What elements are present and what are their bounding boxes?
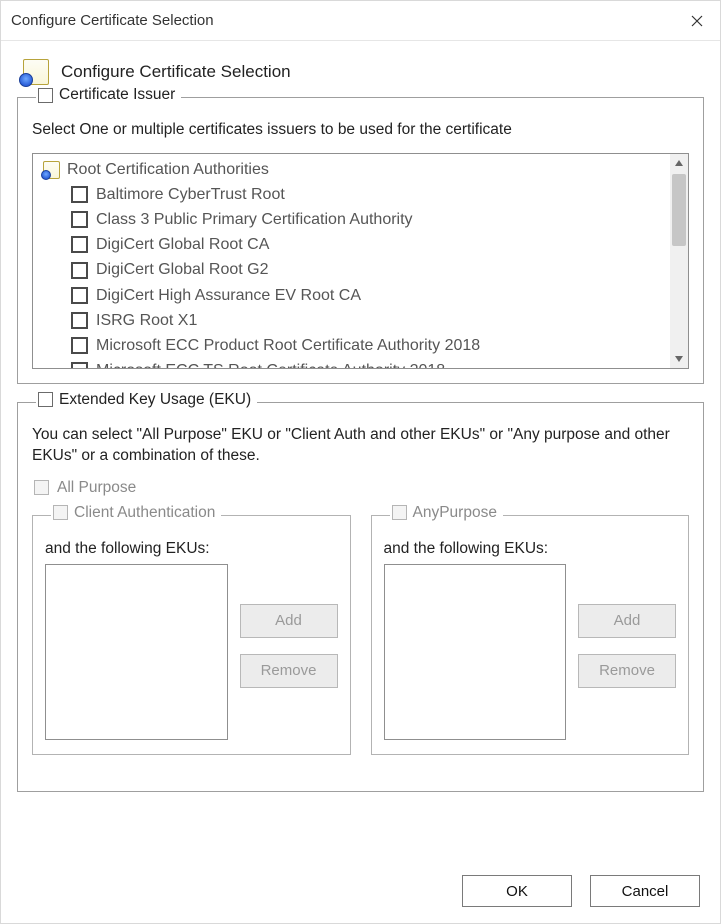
issuer-root-label: Root Certification Authorities xyxy=(67,161,269,179)
close-button[interactable] xyxy=(674,1,720,41)
client-auth-group: Client Authentication and the following … xyxy=(32,515,351,755)
ok-label: OK xyxy=(506,883,528,900)
any-purpose-group: AnyPurpose and the following EKUs: Add R… xyxy=(371,515,690,755)
dialog-heading: Configure Certificate Selection xyxy=(61,62,291,82)
remove-label: Remove xyxy=(261,662,317,679)
any-purpose-list[interactable] xyxy=(384,564,567,740)
certificate-icon xyxy=(39,160,61,180)
any-purpose-add-button[interactable]: Add xyxy=(578,604,676,638)
ok-button[interactable]: OK xyxy=(462,875,572,907)
window-title: Configure Certificate Selection xyxy=(11,12,214,29)
add-label: Add xyxy=(275,612,302,629)
issuer-item[interactable]: DigiCert Global Root G2 xyxy=(71,257,664,282)
eku-desc: You can select "All Purpose" EKU or "Cli… xyxy=(32,425,689,467)
client-auth-checkbox[interactable] xyxy=(53,505,68,520)
issuer-item-label: DigiCert Global Root CA xyxy=(96,233,269,256)
eku-checkbox[interactable] xyxy=(38,392,53,407)
checkbox-icon[interactable] xyxy=(71,211,88,228)
certificate-issuer-label: Certificate Issuer xyxy=(59,86,175,104)
checkbox-icon[interactable] xyxy=(71,262,88,279)
client-auth-remove-button[interactable]: Remove xyxy=(240,654,338,688)
checkbox-icon[interactable] xyxy=(71,362,88,368)
issuer-item[interactable]: Baltimore CyberTrust Root xyxy=(71,182,664,207)
issuer-tree-root[interactable]: Root Certification Authorities xyxy=(39,158,664,182)
any-purpose-label: AnyPurpose xyxy=(413,504,497,522)
checkbox-icon[interactable] xyxy=(71,287,88,304)
eku-label: Extended Key Usage (EKU) xyxy=(59,391,251,409)
any-purpose-legend[interactable]: AnyPurpose xyxy=(390,504,503,522)
certificate-icon xyxy=(17,57,51,87)
close-icon xyxy=(691,15,703,27)
client-auth-list[interactable] xyxy=(45,564,228,740)
certificate-issuer-checkbox[interactable] xyxy=(38,88,53,103)
issuer-item-label: Class 3 Public Primary Certification Aut… xyxy=(96,208,413,231)
remove-label: Remove xyxy=(599,662,655,679)
certificate-issuer-legend[interactable]: Certificate Issuer xyxy=(36,86,181,104)
titlebar: Configure Certificate Selection xyxy=(1,1,720,41)
certificate-issuer-group: Certificate Issuer Select One or multipl… xyxy=(17,97,704,384)
all-purpose-row: All Purpose xyxy=(34,479,689,497)
checkbox-icon[interactable] xyxy=(71,236,88,253)
eku-legend[interactable]: Extended Key Usage (EKU) xyxy=(36,391,257,409)
issuer-item[interactable]: ISRG Root X1 xyxy=(71,308,664,333)
any-purpose-following: and the following EKUs: xyxy=(384,540,677,558)
any-purpose-checkbox[interactable] xyxy=(392,505,407,520)
issuer-tree-children: Baltimore CyberTrust Root Class 3 Public… xyxy=(39,182,664,368)
dialog-footer: OK Cancel xyxy=(462,875,700,907)
issuer-item-label: ISRG Root X1 xyxy=(96,309,197,332)
eku-group: Extended Key Usage (EKU) You can select … xyxy=(17,402,704,792)
client-auth-following: and the following EKUs: xyxy=(45,540,338,558)
scrollbar-thumb[interactable] xyxy=(672,174,686,246)
all-purpose-checkbox[interactable] xyxy=(34,480,49,495)
checkbox-icon[interactable] xyxy=(71,186,88,203)
checkbox-icon[interactable] xyxy=(71,337,88,354)
dialog-heading-row: Configure Certificate Selection xyxy=(17,57,704,87)
issuer-item[interactable]: Microsoft ECC Product Root Certificate A… xyxy=(71,333,664,358)
add-label: Add xyxy=(614,612,641,629)
issuer-item-label: DigiCert High Assurance EV Root CA xyxy=(96,284,361,307)
checkbox-icon[interactable] xyxy=(71,312,88,329)
client-auth-add-button[interactable]: Add xyxy=(240,604,338,638)
issuer-item-label: Microsoft ECC TS Root Certificate Author… xyxy=(96,359,445,368)
client-auth-legend[interactable]: Client Authentication xyxy=(51,504,221,522)
issuer-tree[interactable]: Root Certification Authorities Baltimore… xyxy=(32,153,689,369)
issuer-item-label: Baltimore CyberTrust Root xyxy=(96,183,285,206)
issuer-item[interactable]: Class 3 Public Primary Certification Aut… xyxy=(71,207,664,232)
certificate-issuer-desc: Select One or multiple certificates issu… xyxy=(32,120,689,141)
chevron-down-icon[interactable] xyxy=(670,350,688,368)
scrollbar[interactable] xyxy=(670,154,688,368)
issuer-item[interactable]: DigiCert Global Root CA xyxy=(71,232,664,257)
issuer-item[interactable]: Microsoft ECC TS Root Certificate Author… xyxy=(71,358,664,368)
any-purpose-remove-button[interactable]: Remove xyxy=(578,654,676,688)
cancel-button[interactable]: Cancel xyxy=(590,875,700,907)
issuer-item-label: DigiCert Global Root G2 xyxy=(96,258,269,281)
client-auth-label: Client Authentication xyxy=(74,504,215,522)
chevron-up-icon[interactable] xyxy=(670,154,688,172)
issuer-item[interactable]: DigiCert High Assurance EV Root CA xyxy=(71,283,664,308)
all-purpose-label: All Purpose xyxy=(57,479,136,497)
issuer-item-label: Microsoft ECC Product Root Certificate A… xyxy=(96,334,480,357)
cancel-label: Cancel xyxy=(622,883,669,900)
